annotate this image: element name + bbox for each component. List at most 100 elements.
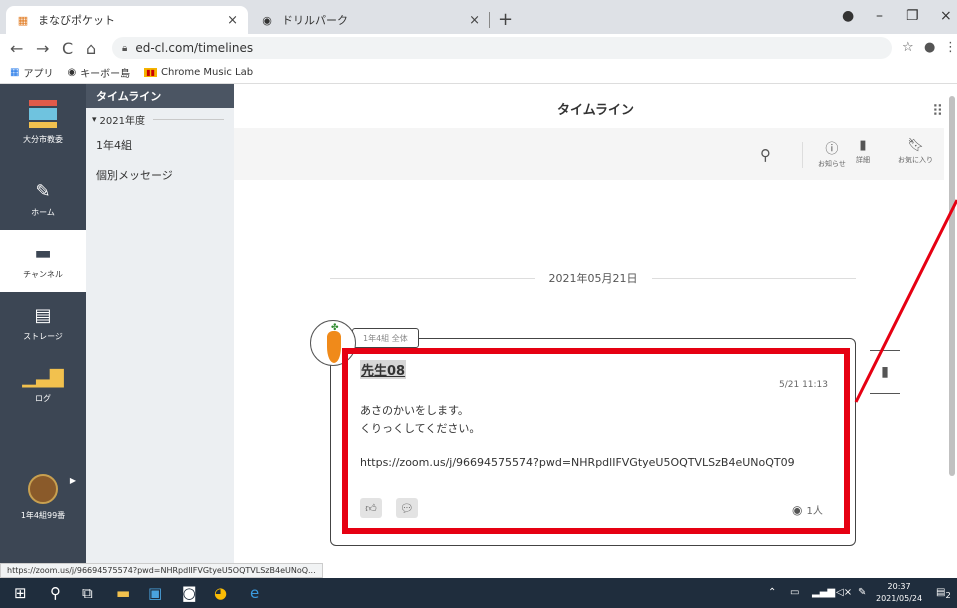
subnav-item-direct-message[interactable]: 個別メッセージ: [86, 167, 234, 183]
subnav-item-class[interactable]: 1年4組: [86, 137, 234, 153]
close-window-button[interactable]: ×: [940, 8, 952, 24]
post-tag: 1年4組 全体: [352, 328, 419, 348]
tab-drill-park[interactable]: ◉ ドリルパーク ×: [250, 6, 490, 34]
bookmark-chrome-music-lab[interactable]: ▮▮ Chrome Music Lab: [144, 67, 253, 78]
apps-grid-icon: ▦: [10, 67, 20, 78]
search-icon[interactable]: ⚲: [760, 146, 771, 164]
tab-title: まなびポケット: [38, 14, 115, 27]
account-label: 1年4組99番: [20, 511, 66, 520]
nav-label: ログ: [35, 393, 51, 403]
logo-icon: [29, 100, 57, 128]
logo-label: 大分市教委: [23, 135, 63, 144]
tool-label: 詳細: [856, 156, 870, 164]
camera-icon[interactable]: ◙: [182, 584, 197, 602]
favorites-button[interactable]: 🔖︎ お気に入り: [898, 138, 933, 165]
year-divider: [152, 119, 224, 120]
nav-label: ストレージ: [23, 331, 63, 341]
file-explorer-icon[interactable]: ▬: [116, 584, 130, 602]
volume-icon[interactable]: ◁×: [836, 587, 852, 598]
chevron-up-icon[interactable]: ⌃: [768, 587, 776, 598]
notification-icon[interactable]: ▤2: [936, 587, 951, 600]
windows-taskbar: ⊞ ⚲ ⧉ ▬ ▣ ◙ ◕ e ⌃ ▭ ▂▄▆ ◁× ✎ 20:37 2021/…: [0, 578, 957, 608]
menu-icon[interactable]: ⋮: [944, 40, 957, 55]
bookmark-label: Chrome Music Lab: [161, 67, 254, 78]
left-nav: 大分市教委 ✎ ホーム ▬ チャンネル ▤ ストレージ ▁▃▇ ログ ▶ 1年4…: [0, 84, 86, 578]
url-text: ed-cl.com/timelines: [135, 41, 254, 55]
nav-label: チャンネル: [23, 269, 63, 279]
tab-manabi-pocket[interactable]: ▦ まなびポケット ×: [6, 6, 248, 34]
start-icon[interactable]: ⊞: [14, 584, 27, 602]
star-icon[interactable]: ☆: [902, 40, 914, 55]
document-icon: ▤: [34, 304, 52, 326]
status-url-bar: https://zoom.us/j/96694575574?pwd=NHRpdl…: [0, 563, 323, 578]
notice-button[interactable]: ⓘ お知らせ: [818, 138, 846, 169]
avatar: [28, 474, 58, 504]
url-field[interactable]: 🔒︎ ed-cl.com/timelines: [112, 37, 892, 59]
signal-icon: ▂▄▆: [812, 587, 836, 598]
bookmark-apps[interactable]: ▦ アプリ: [10, 65, 53, 80]
notification-count: 2: [945, 590, 951, 600]
clock-date: 2021/05/24: [876, 594, 923, 603]
bookmark-label: キーボー島: [80, 69, 131, 80]
pen-icon[interactable]: ✎: [858, 587, 866, 598]
task-view-icon[interactable]: ⧉: [82, 584, 93, 602]
minimize-button[interactable]: –: [876, 8, 883, 24]
globe-icon: ◉: [67, 67, 77, 78]
manabi-pocket-favicon: ▦: [17, 13, 29, 27]
timeline-subnav: タイムライン ▾ 2021年度 1年4組 個別メッセージ: [86, 84, 234, 578]
account-menu[interactable]: ▶ 1年4組99番: [0, 474, 86, 534]
account-icon[interactable]: ●: [924, 40, 935, 55]
search-icon[interactable]: ⚲: [50, 584, 61, 602]
grid-menu-icon[interactable]: ⠿: [932, 102, 943, 120]
detail-icon: ▮: [859, 138, 867, 153]
subnav-header: タイムライン: [86, 84, 234, 108]
detail-button[interactable]: ▮ 詳細: [856, 138, 870, 165]
toolbar-divider: [802, 142, 803, 168]
chat-icon: ▬: [34, 242, 52, 264]
nav-home[interactable]: ✎ ホーム: [0, 168, 86, 230]
lock-icon: 🔒︎: [122, 42, 128, 54]
scrollbar-thumb[interactable]: [949, 96, 955, 476]
edge-icon[interactable]: e: [250, 584, 259, 602]
tool-label: お気に入り: [898, 156, 933, 164]
clock-time: 20:37: [887, 582, 911, 591]
tab-divider: [489, 12, 490, 28]
forward-button[interactable]: →: [36, 39, 49, 58]
home-button[interactable]: ⌂: [86, 39, 96, 58]
nav-log[interactable]: ▁▃▇ ログ: [0, 354, 86, 416]
music-lab-icon: ▮▮: [144, 68, 157, 77]
nav-storage[interactable]: ▤ ストレージ: [0, 292, 86, 354]
bookmark-label: アプリ: [23, 69, 54, 80]
year-caret-icon: ▾: [92, 114, 97, 125]
nav-channel[interactable]: ▬ チャンネル: [0, 230, 86, 292]
date-label: 2021年05月21日: [548, 272, 638, 285]
bookmark-keyboard-island[interactable]: ◉ キーボー島: [67, 65, 130, 80]
tab-close-button[interactable]: ×: [227, 13, 238, 28]
highlight-box: [342, 348, 850, 534]
bar-chart-icon: ▁▃▇: [22, 366, 64, 388]
bookmark-icon: 🔖︎: [907, 138, 924, 153]
scrollbar[interactable]: [949, 96, 955, 566]
bookmarks-bar: ▦ アプリ ◉ キーボー島 ▮▮ Chrome Music Lab: [0, 62, 957, 84]
chrome-icon[interactable]: ◕: [214, 584, 227, 602]
back-button[interactable]: ←: [10, 39, 23, 58]
system-clock[interactable]: 20:37 2021/05/24: [876, 581, 922, 605]
main-content: タイムライン ⠿ ⚲ ⓘ お知らせ ▮ 詳細 🔖︎ お気に入り 2021年05月…: [234, 84, 957, 578]
nav-label: ホーム: [31, 207, 55, 217]
battery-icon: ▭: [790, 587, 800, 598]
timeline-toolbar: ⚲ ⓘ お知らせ ▮ 詳細 🔖︎ お気に入り: [234, 128, 944, 180]
maximize-button[interactable]: ❐: [906, 8, 919, 24]
tab-title: ドリルパーク: [282, 14, 348, 27]
globe-icon: ◉: [262, 13, 272, 27]
photos-icon[interactable]: ▣: [148, 584, 162, 602]
tab-close-button[interactable]: ×: [469, 13, 480, 28]
reload-button[interactable]: C: [62, 39, 73, 58]
app-root: 大分市教委 ✎ ホーム ▬ チャンネル ▤ ストレージ ▁▃▇ ログ ▶ 1年4…: [0, 84, 957, 578]
bookmark-icon: ▮: [881, 364, 889, 380]
post-bookmark-button[interactable]: ▮: [870, 350, 900, 394]
new-tab-button[interactable]: +: [498, 9, 513, 30]
profile-icon[interactable]: ●: [842, 8, 854, 24]
year-group[interactable]: ▾ 2021年度: [86, 108, 234, 127]
expand-arrow-icon: ▶: [69, 476, 76, 485]
app-logo[interactable]: 大分市教委: [0, 90, 86, 150]
